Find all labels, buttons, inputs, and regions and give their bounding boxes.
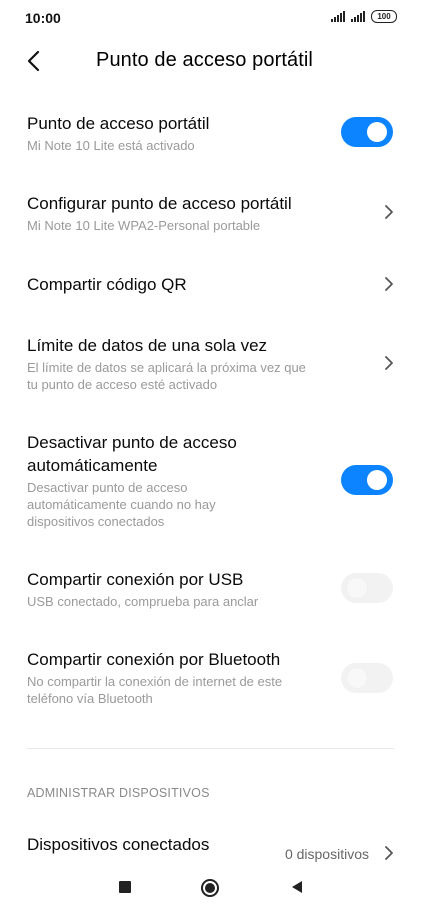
- setting-label: Dispositivos conectados: [27, 835, 210, 854]
- toggle-knob: [347, 668, 367, 688]
- auto-disable-toggle[interactable]: [341, 465, 393, 495]
- setting-label: Punto de acceso portátil: [27, 114, 210, 133]
- setting-label: Compartir código QR: [27, 275, 187, 294]
- chevron-right-icon: [385, 277, 393, 291]
- section-header: ADMINISTRAR DISPOSITIVOS: [27, 786, 210, 800]
- battery-icon: 100: [371, 10, 397, 23]
- devices-count: 0 dispositivos: [284, 846, 369, 862]
- setting-row-configure[interactable]: Configurar punto de acceso portátil Mi N…: [0, 184, 421, 254]
- toggle-knob: [367, 470, 387, 490]
- setting-sub-line: El límite de datos se aplicará la próxim…: [27, 360, 306, 375]
- toggle-knob: [347, 578, 367, 598]
- back-icon[interactable]: [290, 880, 304, 894]
- setting-row-qr-code[interactable]: Compartir código QR: [0, 264, 421, 308]
- chevron-right-icon: [385, 356, 393, 370]
- setting-label: Compartir conexión por Bluetooth: [27, 650, 281, 669]
- usb-tethering-toggle[interactable]: [341, 573, 393, 603]
- setting-sub: USB conectado, comprueba para anclar: [27, 594, 259, 609]
- setting-label: Compartir conexión por USB: [27, 570, 244, 589]
- status-bar: 10:00 100: [0, 0, 421, 36]
- page-title: Punto de acceso portátil: [96, 49, 313, 71]
- setting-row-bluetooth-tethering[interactable]: Compartir conexión por Bluetooth No comp…: [0, 642, 421, 712]
- bluetooth-tethering-toggle[interactable]: [341, 663, 393, 693]
- status-time: 10:00: [25, 10, 61, 26]
- setting-sub-line: automáticamente cuando no hay: [27, 497, 216, 512]
- section-divider: [27, 748, 394, 749]
- chevron-right-icon: [385, 205, 393, 219]
- app-header: Punto de acceso portátil: [0, 40, 421, 84]
- hotspot-toggle[interactable]: [341, 117, 393, 147]
- navigation-bar: [0, 862, 421, 914]
- toggle-knob: [367, 122, 387, 142]
- setting-sub-line: dispositivos conectados: [27, 514, 165, 529]
- setting-sub-line: No compartir la conexión de internet de …: [27, 674, 283, 689]
- setting-sub: Mi Note 10 Lite WPA2-Personal portable: [27, 218, 261, 233]
- setting-row-hotspot[interactable]: Punto de acceso portátil Mi Note 10 Lite…: [0, 104, 421, 174]
- back-arrow-icon[interactable]: [22, 48, 48, 74]
- setting-sub-line: teléfono vía Bluetooth: [27, 691, 153, 706]
- signal-icon: [331, 11, 345, 22]
- recents-icon[interactable]: [118, 880, 132, 894]
- chevron-right-icon: [385, 846, 393, 860]
- setting-row-usb-tethering[interactable]: Compartir conexión por USB USB conectado…: [0, 562, 421, 618]
- setting-label-line: Desactivar punto de acceso: [27, 433, 237, 452]
- battery-level: 100: [377, 12, 391, 21]
- setting-row-auto-disable[interactable]: Desactivar punto de acceso automáticamen…: [0, 424, 421, 534]
- setting-row-data-limit[interactable]: Límite de datos de una sola vez El límit…: [0, 326, 421, 396]
- setting-label-line: automáticamente: [27, 456, 158, 475]
- setting-sub: Mi Note 10 Lite está activado: [27, 138, 195, 153]
- status-icons: 100: [331, 10, 397, 23]
- signal-icon: [351, 11, 365, 22]
- setting-label: Configurar punto de acceso portátil: [27, 194, 292, 213]
- setting-sub-line: Desactivar punto de acceso: [27, 480, 188, 495]
- home-icon[interactable]: [200, 878, 220, 898]
- setting-sub-line: tu punto de acceso esté activado: [27, 377, 218, 392]
- setting-label: Límite de datos de una sola vez: [27, 336, 268, 355]
